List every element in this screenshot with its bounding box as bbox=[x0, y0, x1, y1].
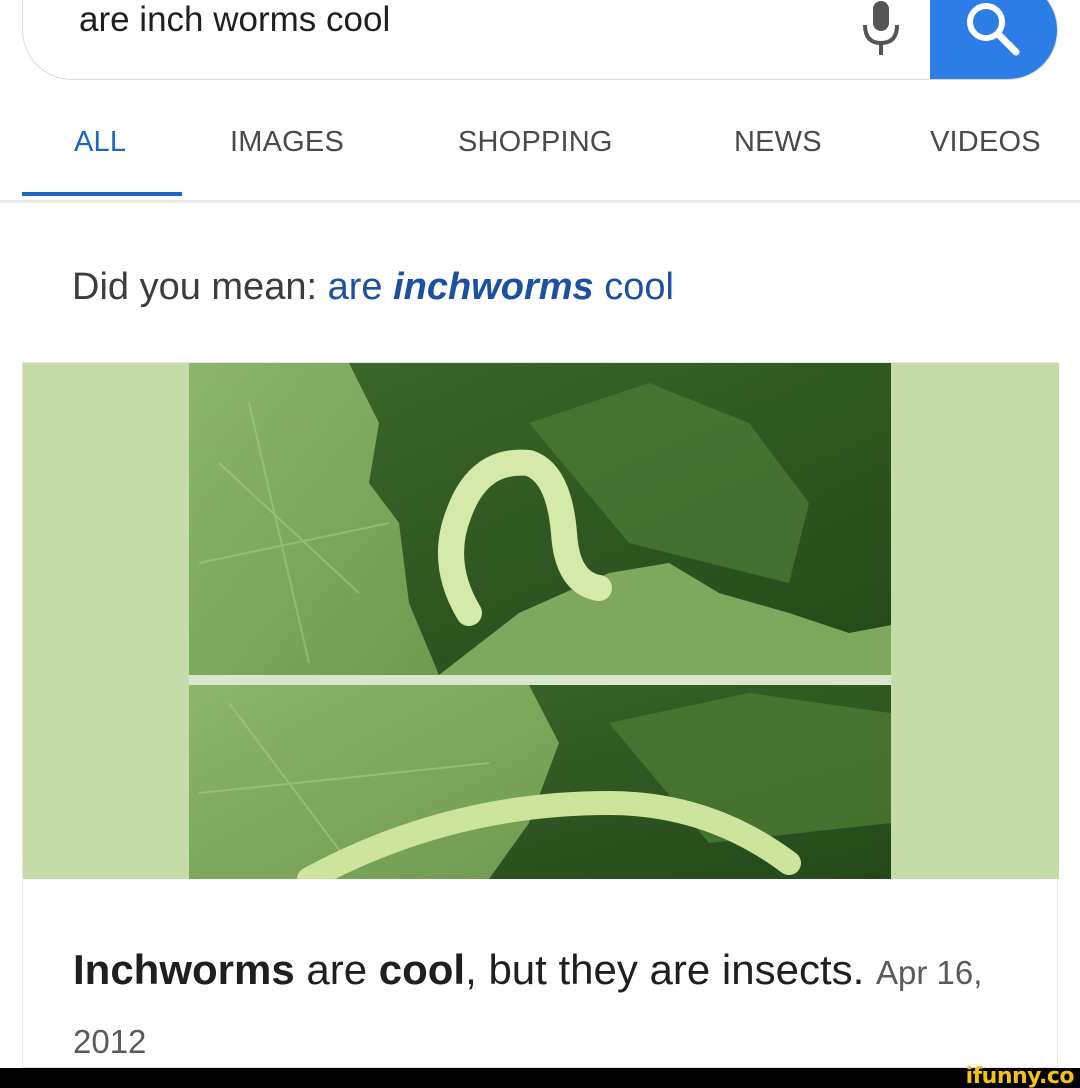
snippet-text: Inchworms are cool, but they are insects… bbox=[73, 946, 983, 1060]
did-you-mean: Did you mean: are inchworms cool bbox=[72, 266, 674, 309]
did-you-mean-prefix: Did you mean: bbox=[72, 266, 318, 308]
tab-images[interactable]: IMAGES bbox=[230, 126, 344, 159]
ifunny-watermark: ifunny.co bbox=[965, 1064, 1075, 1088]
search-bar[interactable]: are inch worms cool bbox=[22, 0, 1058, 80]
tab-all[interactable]: ALL bbox=[74, 126, 126, 159]
suggestion-link[interactable]: are inchworms cool bbox=[328, 266, 674, 308]
search-input[interactable]: are inch worms cool bbox=[79, 0, 390, 40]
footer-bar bbox=[0, 1068, 1080, 1088]
tab-shopping[interactable]: SHOPPING bbox=[458, 126, 613, 159]
search-button[interactable] bbox=[930, 0, 1057, 79]
featured-snippet-card[interactable]: Inchworms are cool, but they are insects… bbox=[22, 362, 1059, 1068]
tab-videos[interactable]: VIDEOS bbox=[930, 126, 1041, 159]
search-tabs: ALL IMAGES SHOPPING NEWS VIDEOS bbox=[0, 112, 1080, 202]
mic-icon[interactable] bbox=[861, 1, 901, 61]
active-tab-indicator bbox=[22, 192, 182, 196]
inchworm-image[interactable] bbox=[23, 363, 1059, 879]
tabs-divider bbox=[0, 200, 1080, 203]
tab-news[interactable]: NEWS bbox=[734, 126, 822, 159]
